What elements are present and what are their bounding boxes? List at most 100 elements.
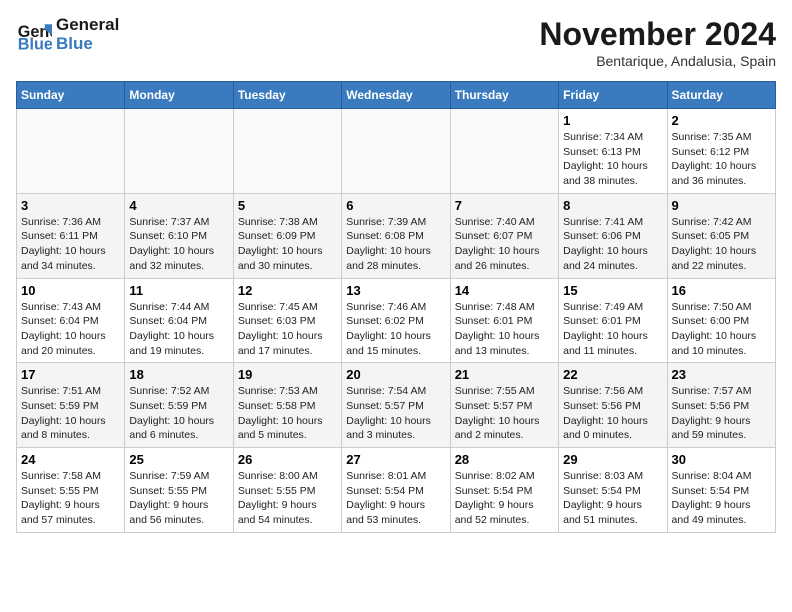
day-info: Sunrise: 7:37 AM Sunset: 6:10 PM Dayligh… xyxy=(129,215,228,274)
calendar-cell: 8Sunrise: 7:41 AM Sunset: 6:06 PM Daylig… xyxy=(559,193,667,278)
day-info: Sunrise: 7:34 AM Sunset: 6:13 PM Dayligh… xyxy=(563,130,662,189)
calendar-cell: 29 Sunrise: 8:03 AM Sunset: 5:54 PM Dayli… xyxy=(559,448,667,533)
day-info: Sunrise: 7:42 AM Sunset: 6:05 PM Dayligh… xyxy=(672,215,771,274)
day-number: 6 xyxy=(346,198,445,213)
weekday-header-tuesday: Tuesday xyxy=(233,82,341,109)
calendar-cell: 3 Sunrise: 7:36 AM Sunset: 6:11 PM Daylig… xyxy=(17,193,125,278)
calendar-cell: 16Sunrise: 7:50 AM Sunset: 6:00 PM Dayli… xyxy=(667,278,775,363)
day-number: 5 xyxy=(238,198,337,213)
logo-icon: General Blue xyxy=(16,17,52,53)
day-info: Sunrise: 7:40 AM Sunset: 6:07 PM Dayligh… xyxy=(455,215,554,274)
day-info: Sunrise: 7:56 AM Sunset: 5:56 PM Dayligh… xyxy=(563,384,662,443)
calendar-cell xyxy=(17,109,125,194)
weekday-header-wednesday: Wednesday xyxy=(342,82,450,109)
day-number: 19 xyxy=(238,367,337,382)
day-number: 15 xyxy=(563,283,662,298)
calendar-cell: 4 Sunrise: 7:37 AM Sunset: 6:10 PM Daylig… xyxy=(125,193,233,278)
day-number: 1 xyxy=(563,113,662,128)
day-number: 2 xyxy=(672,113,771,128)
day-number: 10 xyxy=(21,283,120,298)
day-info: Sunrise: 7:53 AM Sunset: 5:58 PM Dayligh… xyxy=(238,384,337,443)
calendar-cell: 30 Sunrise: 8:04 AM Sunset: 5:54 PM Dayli… xyxy=(667,448,775,533)
day-number: 13 xyxy=(346,283,445,298)
calendar-cell: 20Sunrise: 7:54 AM Sunset: 5:57 PM Dayli… xyxy=(342,363,450,448)
calendar-cell: 21 Sunrise: 7:55 AM Sunset: 5:57 PM Dayli… xyxy=(450,363,558,448)
day-number: 29 xyxy=(563,452,662,467)
calendar-cell: 18Sunrise: 7:52 AM Sunset: 5:59 PM Dayli… xyxy=(125,363,233,448)
weekday-header-monday: Monday xyxy=(125,82,233,109)
weekday-header-row: SundayMondayTuesdayWednesdayThursdayFrid… xyxy=(17,82,776,109)
day-info: Sunrise: 7:36 AM Sunset: 6:11 PM Dayligh… xyxy=(21,215,120,274)
weekday-header-saturday: Saturday xyxy=(667,82,775,109)
logo: General Blue General Blue xyxy=(16,16,119,53)
day-info: Sunrise: 7:55 AM Sunset: 5:57 PM Dayligh… xyxy=(455,384,554,443)
day-info: Sunrise: 7:44 AM Sunset: 6:04 PM Dayligh… xyxy=(129,300,228,359)
title-block: November 2024 Bentarique, Andalusia, Spa… xyxy=(539,16,776,69)
weekday-header-thursday: Thursday xyxy=(450,82,558,109)
calendar-cell: 7 Sunrise: 7:40 AM Sunset: 6:07 PM Daylig… xyxy=(450,193,558,278)
calendar-cell: 27 Sunrise: 8:01 AM Sunset: 5:54 PM Dayli… xyxy=(342,448,450,533)
month-title: November 2024 xyxy=(539,16,776,53)
calendar-cell xyxy=(233,109,341,194)
day-info: Sunrise: 7:41 AM Sunset: 6:06 PM Dayligh… xyxy=(563,215,662,274)
day-info: Sunrise: 8:02 AM Sunset: 5:54 PM Dayligh… xyxy=(455,469,554,528)
weekday-header-friday: Friday xyxy=(559,82,667,109)
day-info: Sunrise: 7:59 AM Sunset: 5:55 PM Dayligh… xyxy=(129,469,228,528)
day-number: 21 xyxy=(455,367,554,382)
calendar-cell: 9 Sunrise: 7:42 AM Sunset: 6:05 PM Daylig… xyxy=(667,193,775,278)
weekday-header-sunday: Sunday xyxy=(17,82,125,109)
day-number: 30 xyxy=(672,452,771,467)
calendar-cell: 11 Sunrise: 7:44 AM Sunset: 6:04 PM Dayli… xyxy=(125,278,233,363)
day-number: 27 xyxy=(346,452,445,467)
calendar-cell: 19 Sunrise: 7:53 AM Sunset: 5:58 PM Dayli… xyxy=(233,363,341,448)
calendar-cell: 5 Sunrise: 7:38 AM Sunset: 6:09 PM Daylig… xyxy=(233,193,341,278)
location-subtitle: Bentarique, Andalusia, Spain xyxy=(539,53,776,69)
day-info: Sunrise: 7:48 AM Sunset: 6:01 PM Dayligh… xyxy=(455,300,554,359)
day-info: Sunrise: 7:51 AM Sunset: 5:59 PM Dayligh… xyxy=(21,384,120,443)
calendar-cell: 12Sunrise: 7:45 AM Sunset: 6:03 PM Dayli… xyxy=(233,278,341,363)
day-info: Sunrise: 8:03 AM Sunset: 5:54 PM Dayligh… xyxy=(563,469,662,528)
day-info: Sunrise: 7:38 AM Sunset: 6:09 PM Dayligh… xyxy=(238,215,337,274)
day-number: 11 xyxy=(129,283,228,298)
calendar-cell: 14 Sunrise: 7:48 AM Sunset: 6:01 PM Dayli… xyxy=(450,278,558,363)
day-number: 26 xyxy=(238,452,337,467)
day-info: Sunrise: 7:46 AM Sunset: 6:02 PM Dayligh… xyxy=(346,300,445,359)
day-number: 9 xyxy=(672,198,771,213)
day-info: Sunrise: 8:01 AM Sunset: 5:54 PM Dayligh… xyxy=(346,469,445,528)
day-info: Sunrise: 7:58 AM Sunset: 5:55 PM Dayligh… xyxy=(21,469,120,528)
day-number: 20 xyxy=(346,367,445,382)
week-row-4: 17 Sunrise: 7:51 AM Sunset: 5:59 PM Dayli… xyxy=(17,363,776,448)
logo-line1: General xyxy=(56,16,119,35)
header: General Blue General Blue November 2024 … xyxy=(16,16,776,69)
day-number: 17 xyxy=(21,367,120,382)
calendar: SundayMondayTuesdayWednesdayThursdayFrid… xyxy=(16,81,776,533)
day-number: 22 xyxy=(563,367,662,382)
day-info: Sunrise: 7:49 AM Sunset: 6:01 PM Dayligh… xyxy=(563,300,662,359)
day-number: 3 xyxy=(21,198,120,213)
svg-text:Blue: Blue xyxy=(18,35,52,53)
calendar-cell: 26 Sunrise: 8:00 AM Sunset: 5:55 PM Dayli… xyxy=(233,448,341,533)
calendar-cell: 2Sunrise: 7:35 AM Sunset: 6:12 PM Daylig… xyxy=(667,109,775,194)
day-number: 18 xyxy=(129,367,228,382)
calendar-cell xyxy=(342,109,450,194)
logo-line2: Blue xyxy=(56,35,119,54)
day-number: 12 xyxy=(238,283,337,298)
calendar-cell: 24Sunrise: 7:58 AM Sunset: 5:55 PM Dayli… xyxy=(17,448,125,533)
calendar-cell xyxy=(125,109,233,194)
calendar-cell: 13 Sunrise: 7:46 AM Sunset: 6:02 PM Dayli… xyxy=(342,278,450,363)
day-number: 16 xyxy=(672,283,771,298)
week-row-2: 3 Sunrise: 7:36 AM Sunset: 6:11 PM Daylig… xyxy=(17,193,776,278)
day-number: 14 xyxy=(455,283,554,298)
day-info: Sunrise: 7:39 AM Sunset: 6:08 PM Dayligh… xyxy=(346,215,445,274)
day-info: Sunrise: 8:04 AM Sunset: 5:54 PM Dayligh… xyxy=(672,469,771,528)
calendar-cell: 17 Sunrise: 7:51 AM Sunset: 5:59 PM Dayli… xyxy=(17,363,125,448)
day-number: 23 xyxy=(672,367,771,382)
day-info: Sunrise: 8:00 AM Sunset: 5:55 PM Dayligh… xyxy=(238,469,337,528)
day-number: 7 xyxy=(455,198,554,213)
day-number: 4 xyxy=(129,198,228,213)
week-row-3: 10Sunrise: 7:43 AM Sunset: 6:04 PM Dayli… xyxy=(17,278,776,363)
day-number: 25 xyxy=(129,452,228,467)
calendar-cell: 28Sunrise: 8:02 AM Sunset: 5:54 PM Dayli… xyxy=(450,448,558,533)
calendar-cell: 6 Sunrise: 7:39 AM Sunset: 6:08 PM Daylig… xyxy=(342,193,450,278)
calendar-cell xyxy=(450,109,558,194)
